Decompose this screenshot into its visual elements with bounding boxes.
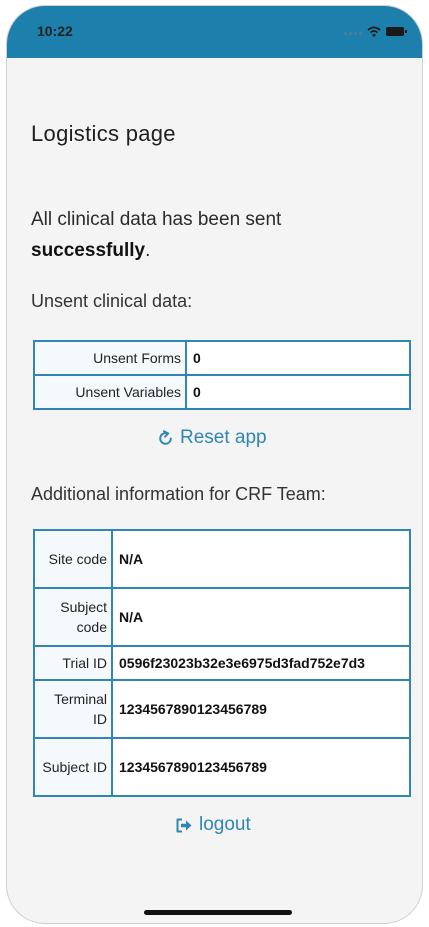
- crf-info-table: Site code N/A Subject code N/A Trial ID …: [33, 529, 411, 797]
- table-row: Unsent Forms 0: [33, 340, 411, 376]
- site-code-label: Site code: [33, 529, 113, 589]
- status-bar: 10:22: [7, 6, 422, 58]
- logout-label: logout: [199, 814, 251, 835]
- refresh-icon: [159, 429, 172, 445]
- table-row: Subject code N/A: [33, 587, 411, 647]
- sent-message-bold: successfully: [31, 240, 146, 261]
- table-row: Terminal ID 1234567890123456789: [33, 679, 411, 739]
- trial-id-value: 0596f23023b32e3e6975d3fad752e7d3: [111, 645, 411, 681]
- unsent-variables-value: 0: [185, 374, 411, 410]
- unsent-variables-label: Unsent Variables: [33, 374, 187, 410]
- unsent-forms-label: Unsent Forms: [33, 340, 187, 376]
- status-time: 10:22: [37, 23, 73, 39]
- table-row: Subject ID 1234567890123456789: [33, 737, 411, 797]
- terminal-id-label: Terminal ID: [33, 679, 113, 739]
- table-row: Trial ID 0596f23023b32e3e6975d3fad752e7d…: [33, 645, 411, 681]
- site-code-value: N/A: [111, 529, 411, 589]
- trial-id-label: Trial ID: [33, 645, 113, 681]
- sent-message-text: All clinical data has been sent: [31, 209, 282, 230]
- logout-button[interactable]: logout: [175, 814, 251, 836]
- unsent-heading: Unsent clinical data:: [31, 291, 193, 311]
- subject-id-value: 1234567890123456789: [111, 737, 411, 797]
- table-row: Site code N/A: [33, 529, 411, 589]
- subject-code-label: Subject code: [33, 587, 113, 647]
- subject-id-label: Subject ID: [33, 737, 113, 797]
- wifi-icon: [367, 26, 381, 37]
- unsent-data-table: Unsent Forms 0 Unsent Variables 0: [33, 340, 411, 410]
- sign-out-icon: [176, 818, 192, 832]
- home-indicator[interactable]: [144, 910, 292, 915]
- unsent-forms-value: 0: [185, 340, 411, 376]
- subject-code-value: N/A: [111, 587, 411, 647]
- signal-icon: [344, 29, 362, 35]
- table-row: Unsent Variables 0: [33, 374, 411, 410]
- battery-icon: [386, 27, 407, 36]
- additional-info-heading: Additional information for CRF Team:: [31, 484, 326, 504]
- terminal-id-value: 1234567890123456789: [111, 679, 411, 739]
- reset-app-button[interactable]: Reset app: [157, 427, 267, 449]
- sent-status-message: All clinical data has been sent successf…: [31, 204, 391, 266]
- page-title: Logistics page: [31, 121, 176, 146]
- reset-app-label: Reset app: [180, 427, 267, 448]
- sent-message-suffix: .: [145, 240, 151, 261]
- phone-screen: 10:22 Logistics page All clinical data h…: [7, 6, 422, 923]
- status-icons: [344, 26, 407, 37]
